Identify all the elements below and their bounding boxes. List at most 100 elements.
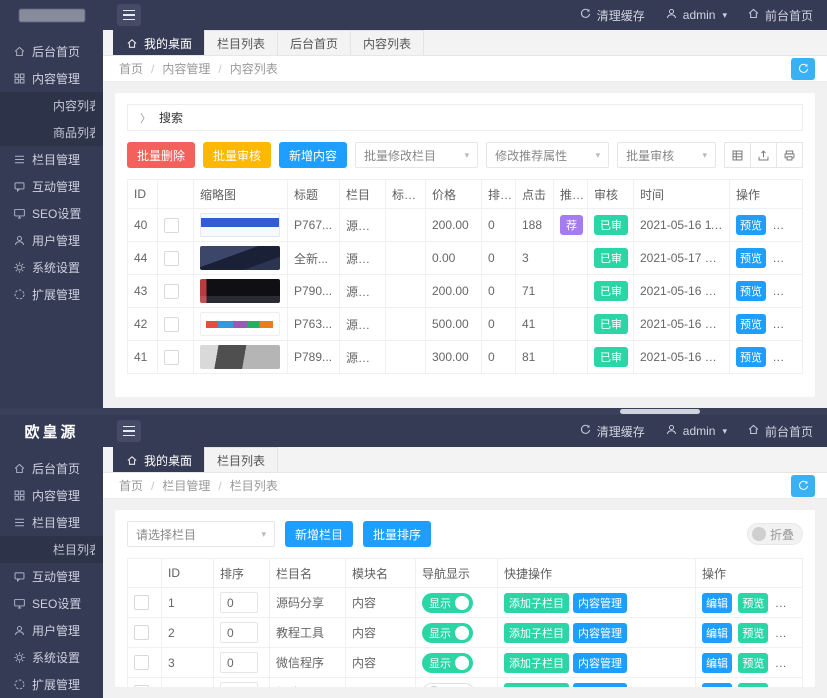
quick-action-button[interactable]: 新增文章 xyxy=(631,593,685,613)
export-icon[interactable] xyxy=(750,142,777,168)
preview-button[interactable]: 预览 xyxy=(736,347,766,367)
tab[interactable]: 后台首页 × xyxy=(277,30,351,55)
sidebar-item[interactable]: 商品列表 › xyxy=(0,119,103,146)
column-name[interactable]: 投稿 xyxy=(270,678,346,688)
column-header[interactable]: 导航显示 xyxy=(416,559,498,588)
edit-button[interactable]: 编辑 xyxy=(702,593,732,613)
row-checkbox[interactable] xyxy=(164,317,179,332)
edit-button[interactable]: 编辑 xyxy=(702,683,732,688)
row-title[interactable]: 全新... xyxy=(288,242,340,275)
row-checkbox[interactable] xyxy=(164,251,179,266)
sidebar-item[interactable]: 栏目列表 › xyxy=(0,536,103,563)
edit-button[interactable]: 编辑 xyxy=(772,215,802,235)
nav-visible-toggle[interactable]: 显示 xyxy=(422,593,473,613)
row-title[interactable]: P790... xyxy=(288,275,340,308)
sidebar-item[interactable]: 互动管理 › xyxy=(0,173,103,200)
column-select[interactable]: 请选择栏目 ▾ xyxy=(127,521,275,547)
quick-action-button[interactable]: 内容管理 xyxy=(573,683,627,688)
column-name[interactable]: 微信程序 xyxy=(270,648,346,678)
menu-toggle-button[interactable] xyxy=(117,4,141,26)
sidebar-item[interactable]: 内容管理 › xyxy=(0,65,103,92)
column-header[interactable]: 价格 xyxy=(426,180,482,209)
sort-input[interactable] xyxy=(220,622,258,643)
batch-audit-button[interactable]: 批量审核 xyxy=(203,142,271,168)
quick-action-button[interactable]: 内容管理 xyxy=(573,593,627,613)
batch-delete-button[interactable]: 批量删除 xyxy=(127,142,195,168)
sidebar-item[interactable]: 内容列表 › xyxy=(0,92,103,119)
add-content-button[interactable]: 新增内容 xyxy=(279,142,347,168)
thumbnail[interactable] xyxy=(200,246,280,270)
sidebar-item[interactable]: 用户管理 › xyxy=(0,617,103,644)
column-header[interactable]: ID xyxy=(128,180,158,209)
breadcrumb-item[interactable]: 首页 xyxy=(119,60,143,77)
user-menu[interactable]: admin ▾ xyxy=(665,7,727,23)
edit-button[interactable]: 编辑 xyxy=(772,347,802,367)
search-collapse[interactable]: 〉 搜索 xyxy=(127,104,803,131)
sidebar-item[interactable]: 后台首页 › xyxy=(0,38,103,65)
quick-action-button[interactable]: 新增文章 xyxy=(631,623,685,643)
collapse-toggle[interactable]: 折叠 xyxy=(747,523,803,545)
tab[interactable]: 内容列表 × xyxy=(350,30,424,55)
column-header[interactable]: 推荐 xyxy=(554,180,588,209)
clear-cache-button[interactable]: 清理缓存 xyxy=(579,7,645,24)
row-title[interactable]: P763... xyxy=(288,308,340,341)
row-checkbox[interactable] xyxy=(164,218,179,233)
row-checkbox[interactable] xyxy=(134,685,149,687)
thumbnail[interactable] xyxy=(200,279,280,303)
sort-input[interactable] xyxy=(220,682,258,687)
breadcrumb-item[interactable]: 内容列表 xyxy=(210,60,277,77)
breadcrumb-item[interactable]: 首页 xyxy=(119,477,143,494)
delete-button[interactable]: 删除 xyxy=(775,683,803,688)
tab[interactable]: 栏目列表 × xyxy=(204,447,278,472)
refresh-page-button[interactable] xyxy=(791,475,815,497)
quick-action-button[interactable]: 添加子栏目 xyxy=(504,683,569,688)
sidebar-item[interactable]: 内容管理 › xyxy=(0,482,103,509)
column-header[interactable]: 排序 xyxy=(482,180,516,209)
column-header[interactable]: 时间 xyxy=(634,180,730,209)
sidebar-item[interactable]: 栏目管理 › xyxy=(0,146,103,173)
row-checkbox[interactable] xyxy=(134,595,149,610)
breadcrumb-item[interactable]: 栏目列表 xyxy=(210,477,277,494)
quick-action-button[interactable]: 添加子栏目 xyxy=(504,653,569,673)
preview-button[interactable]: 预览 xyxy=(738,653,768,673)
column-header[interactable]: 审核 xyxy=(588,180,634,209)
user-menu[interactable]: admin ▾ xyxy=(665,423,727,439)
nav-visible-toggle[interactable]: 显示 xyxy=(422,653,473,673)
column-header[interactable]: 缩略图 xyxy=(194,180,288,209)
edit-button[interactable]: 编辑 xyxy=(702,623,732,643)
batch-column-select[interactable]: 批量修改栏目 ▾ xyxy=(355,142,478,168)
column-header[interactable]: 标题 xyxy=(288,180,340,209)
row-checkbox[interactable] xyxy=(164,284,179,299)
row-checkbox[interactable] xyxy=(134,655,149,670)
edit-button[interactable]: 编辑 xyxy=(772,281,802,301)
preview-button[interactable]: 预览 xyxy=(736,215,766,235)
add-column-button[interactable]: 新增栏目 xyxy=(285,521,353,547)
sidebar-item[interactable]: SEO设置 › xyxy=(0,200,103,227)
sidebar-item[interactable]: 栏目管理 › xyxy=(0,509,103,536)
column-header[interactable]: 模块名 xyxy=(346,559,416,588)
row-title[interactable]: P767... xyxy=(288,209,340,242)
sidebar-item[interactable]: SEO设置 › xyxy=(0,590,103,617)
refresh-page-button[interactable] xyxy=(791,58,815,80)
preview-button[interactable]: 预览 xyxy=(738,683,768,688)
delete-button[interactable]: 删除 xyxy=(775,593,803,613)
column-header[interactable]: 操作 xyxy=(730,180,803,209)
column-header[interactable] xyxy=(158,180,194,209)
sort-input[interactable] xyxy=(220,652,258,673)
column-header[interactable]: 点击 xyxy=(516,180,554,209)
sidebar-item[interactable]: 互动管理 › xyxy=(0,563,103,590)
column-header[interactable]: 操作 xyxy=(696,559,803,588)
front-home-link[interactable]: 前台首页 xyxy=(747,423,813,440)
preview-button[interactable]: 预览 xyxy=(738,593,768,613)
quick-action-button[interactable]: 添加子栏目 xyxy=(504,593,569,613)
edit-button[interactable]: 编辑 xyxy=(772,248,802,268)
preview-button[interactable]: 预览 xyxy=(736,248,766,268)
preview-button[interactable]: 预览 xyxy=(736,314,766,334)
recommend-attr-select[interactable]: 修改推荐属性 ▾ xyxy=(486,142,609,168)
row-checkbox[interactable] xyxy=(134,625,149,640)
quick-action-button[interactable]: 添加子栏目 xyxy=(504,623,569,643)
tab[interactable]: 我的桌面 × xyxy=(113,30,205,55)
columns-filter-icon[interactable] xyxy=(724,142,751,168)
column-header[interactable]: 快捷操作 xyxy=(498,559,696,588)
thumbnail[interactable] xyxy=(200,213,280,237)
